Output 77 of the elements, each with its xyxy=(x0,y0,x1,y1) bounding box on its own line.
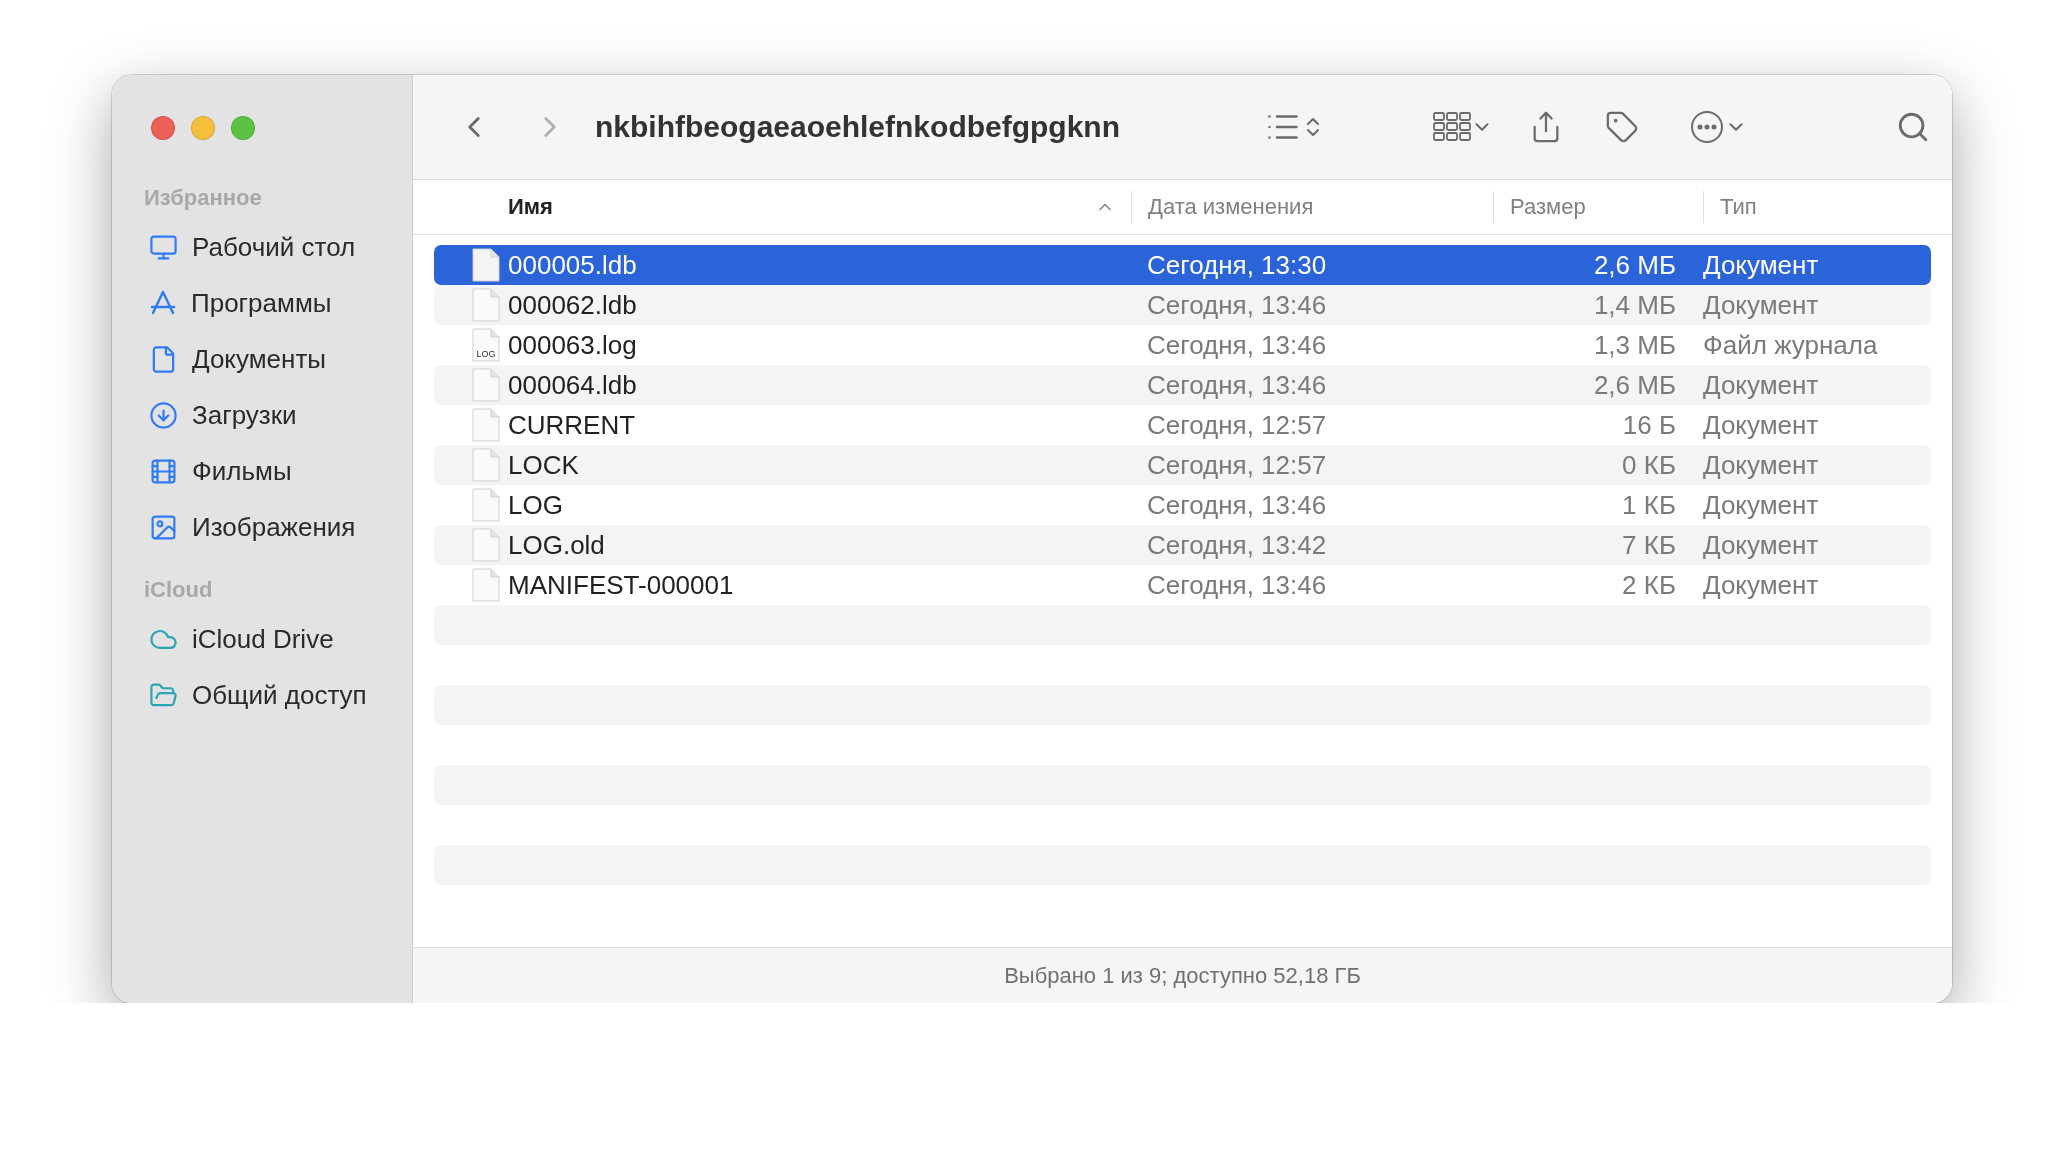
file-row[interactable]: LOG.old Сегодня, 13:42 7 КБ Документ xyxy=(434,525,1931,565)
modified-date: Сегодня, 12:57 xyxy=(1147,449,1328,481)
file-type: Файл журнала xyxy=(1702,329,1879,361)
file-type: Документ xyxy=(1702,529,1820,561)
column-header[interactable]: Имя xyxy=(508,191,1131,223)
file-size: 1,4 МБ xyxy=(1592,289,1676,321)
file-name: 000063.log xyxy=(508,329,638,361)
file-size: 7 КБ xyxy=(1621,529,1676,561)
column-header[interactable]: Тип xyxy=(1703,191,1931,223)
file-icon xyxy=(472,528,500,562)
file-type: Документ xyxy=(1702,569,1820,601)
file-size: 2 КБ xyxy=(1621,569,1676,601)
modified-date: Сегодня, 13:46 xyxy=(1147,289,1328,321)
file-size: 1,3 МБ xyxy=(1592,329,1676,361)
apps-icon xyxy=(149,289,177,317)
file-size: 0 КБ xyxy=(1621,449,1676,481)
modified-date: Сегодня, 13:46 xyxy=(1147,489,1328,521)
tag-icon xyxy=(1605,110,1639,144)
modified-date: Сегодня, 13:30 xyxy=(1147,249,1328,281)
search-icon xyxy=(1896,110,1930,144)
modified-date: Сегодня, 13:46 xyxy=(1147,369,1328,401)
file-type: Документ xyxy=(1702,369,1820,401)
file-type: Документ xyxy=(1702,449,1820,481)
file-row[interactable]: CURRENT Сегодня, 12:57 16 Б Документ xyxy=(434,405,1931,445)
file-row[interactable]: LOG 000063.log Сегодня, 13:46 1,3 МБ Файл журнала xyxy=(434,325,1931,365)
sidebar-item[interactable]: Программы xyxy=(112,275,412,331)
file-name: 000005.ldb xyxy=(508,249,638,281)
close-button[interactable] xyxy=(151,116,175,140)
file-type: Документ xyxy=(1702,249,1820,281)
file-type: Документ xyxy=(1702,289,1820,321)
download-icon xyxy=(149,400,178,430)
file-row[interactable]: LOCK Сегодня, 12:57 0 КБ Документ xyxy=(434,445,1931,485)
sidebar-item[interactable]: Документы xyxy=(112,331,412,387)
window-title: nkbihfbeogaeaoehlefnkodbefgpgknn xyxy=(595,110,1120,144)
modified-date: Сегодня, 13:46 xyxy=(1147,569,1328,601)
sidebar-item[interactable]: Рабочий стол xyxy=(112,219,412,275)
sidebar-item[interactable]: iCloud Drive xyxy=(112,611,412,667)
sidebar-item[interactable]: Изображения xyxy=(112,499,412,555)
modified-date: Сегодня, 13:46 xyxy=(1147,329,1328,361)
file-icon xyxy=(472,488,500,522)
file-icon xyxy=(472,568,500,602)
file-type: Документ xyxy=(1702,409,1820,441)
file-icon: LOG xyxy=(472,328,500,362)
ellipsis-circle-icon xyxy=(1689,109,1725,145)
file-icon xyxy=(472,288,500,322)
modified-date: Сегодня, 13:42 xyxy=(1147,529,1328,561)
file-name: 000062.ldb xyxy=(508,289,638,321)
sidebar-item[interactable]: Загрузки xyxy=(112,387,412,443)
file-name: CURRENT xyxy=(508,409,637,441)
file-name: MANIFEST-000001 xyxy=(508,569,735,601)
file-icon xyxy=(472,408,500,442)
file-row[interactable]: MANIFEST-000001 Сегодня, 13:46 2 КБ Документ xyxy=(434,565,1931,605)
file-row[interactable]: LOG Сегодня, 13:46 1 КБ Документ xyxy=(434,485,1931,525)
file-size: 2,6 МБ xyxy=(1592,249,1676,281)
file-size: 1 КБ xyxy=(1621,489,1676,521)
modified-date: Сегодня, 12:57 xyxy=(1147,409,1328,441)
grid-icon xyxy=(1433,112,1471,142)
file-name: LOCK xyxy=(508,449,580,481)
sidebar-item[interactable]: Фильмы xyxy=(112,443,412,499)
sidebar-item[interactable]: Общий доступ xyxy=(112,667,412,723)
file-name: 000064.ldb xyxy=(508,369,638,401)
file-row[interactable]: 000062.ldb Сегодня, 13:46 1,4 МБ Документ xyxy=(434,285,1931,325)
sidebar-section-title: iCloud xyxy=(143,577,214,603)
column-header[interactable]: Дата изменения xyxy=(1131,191,1493,223)
file-type: Документ xyxy=(1702,489,1820,521)
file-name: LOG.old xyxy=(508,529,606,561)
file-icon xyxy=(472,448,500,482)
sidebar-section-title: Избранное xyxy=(143,185,263,211)
file-row[interactable]: 000064.ldb Сегодня, 13:46 2,6 МБ Документ xyxy=(434,365,1931,405)
status-text: Выбрано 1 из 9; доступно 52,18 ГБ xyxy=(1004,962,1361,989)
file-name: LOG xyxy=(508,489,564,521)
file-row[interactable]: 000005.ldb Сегодня, 13:30 2,6 МБ Документ xyxy=(434,245,1931,285)
file-size: 2,6 МБ xyxy=(1592,369,1676,401)
column-header[interactable]: Размер xyxy=(1493,191,1703,223)
file-icon xyxy=(472,368,500,402)
file-size: 16 Б xyxy=(1621,409,1676,441)
file-icon xyxy=(472,248,500,282)
